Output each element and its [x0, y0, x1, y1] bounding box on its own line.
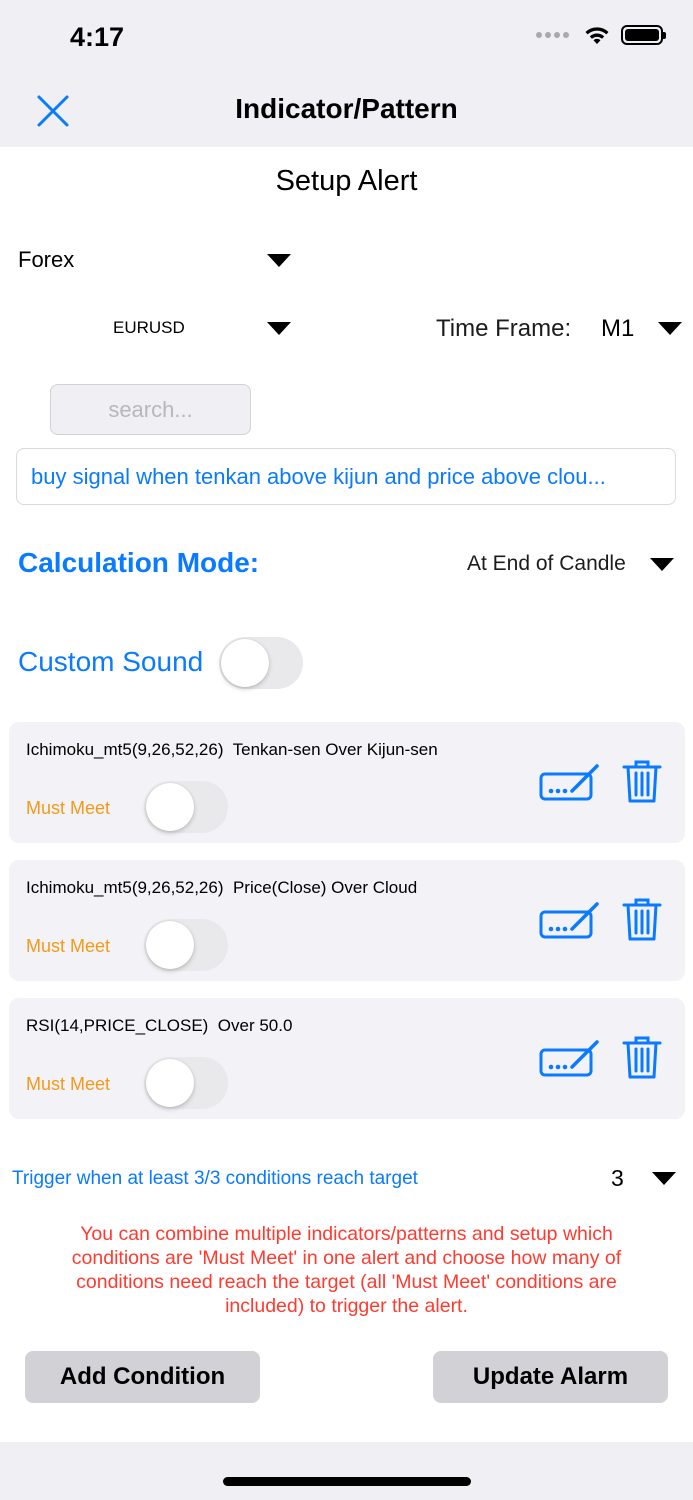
- condition-text: RSI(14,PRICE_CLOSE) Over 50.0: [26, 1016, 293, 1035]
- custom-sound-label: Custom Sound: [18, 646, 204, 677]
- pair-select[interactable]: EURUSD: [113, 318, 185, 338]
- must-meet-toggle[interactable]: [144, 1057, 228, 1109]
- wifi-icon: [585, 27, 609, 44]
- calculation-mode-dropdown-icon[interactable]: [650, 558, 674, 571]
- time-frame-label: Time Frame:: [436, 315, 572, 342]
- edit-icon[interactable]: [539, 900, 601, 940]
- update-alarm-button[interactable]: Update Alarm: [433, 1351, 668, 1403]
- calculation-mode-select[interactable]: At End of Candle: [467, 552, 626, 576]
- condition-text: Ichimoku_mt5(9,26,52,26) Price(Close) Ov…: [26, 878, 418, 897]
- setup-title: Setup Alert: [275, 165, 418, 197]
- battery-icon: [621, 25, 666, 45]
- must-meet-toggle[interactable]: [144, 781, 228, 833]
- pair-dropdown-icon[interactable]: [267, 322, 291, 335]
- status-time: 4:17: [70, 22, 125, 52]
- signal-icon: [536, 32, 569, 38]
- trash-icon[interactable]: [622, 896, 662, 942]
- market-dropdown-icon[interactable]: [267, 254, 291, 267]
- trigger-dropdown-icon[interactable]: [652, 1172, 676, 1185]
- trigger-label: Trigger when at least 3/3 conditions rea…: [12, 1168, 418, 1189]
- time-frame-dropdown-icon[interactable]: [658, 322, 682, 335]
- status-icons: [536, 24, 666, 46]
- trigger-count-select[interactable]: 3: [611, 1165, 624, 1192]
- page-title: Indicator/Pattern: [235, 93, 458, 124]
- edit-icon[interactable]: [539, 1038, 601, 1078]
- trash-icon[interactable]: [622, 758, 662, 804]
- condition-card: RSI(14,PRICE_CLOSE) Over 50.0 Must Meet: [9, 998, 685, 1119]
- condition-card: Ichimoku_mt5(9,26,52,26) Tenkan-sen Over…: [9, 722, 685, 843]
- condition-card: Ichimoku_mt5(9,26,52,26) Price(Close) Ov…: [9, 860, 685, 981]
- must-meet-label: Must Meet: [26, 798, 111, 818]
- bottom-bar: [0, 1442, 693, 1500]
- must-meet-label: Must Meet: [26, 936, 111, 956]
- custom-sound-toggle[interactable]: [219, 637, 303, 689]
- alert-name-field[interactable]: buy signal when tenkan above kijun and p…: [16, 448, 676, 505]
- condition-text: Ichimoku_mt5(9,26,52,26) Tenkan-sen Over…: [26, 740, 438, 759]
- info-note: You can combine multiple indicators/patt…: [71, 1223, 622, 1317]
- must-meet-toggle[interactable]: [144, 919, 228, 971]
- trash-icon[interactable]: [622, 1034, 662, 1080]
- must-meet-label: Must Meet: [26, 1074, 111, 1094]
- edit-icon[interactable]: [539, 762, 601, 802]
- add-condition-button[interactable]: Add Condition: [25, 1351, 260, 1403]
- search-input[interactable]: search...: [50, 384, 251, 435]
- calculation-mode-label: Calculation Mode:: [18, 547, 260, 578]
- market-select[interactable]: Forex: [18, 247, 74, 273]
- time-frame-select[interactable]: M1: [601, 315, 634, 343]
- home-indicator[interactable]: [223, 1477, 471, 1486]
